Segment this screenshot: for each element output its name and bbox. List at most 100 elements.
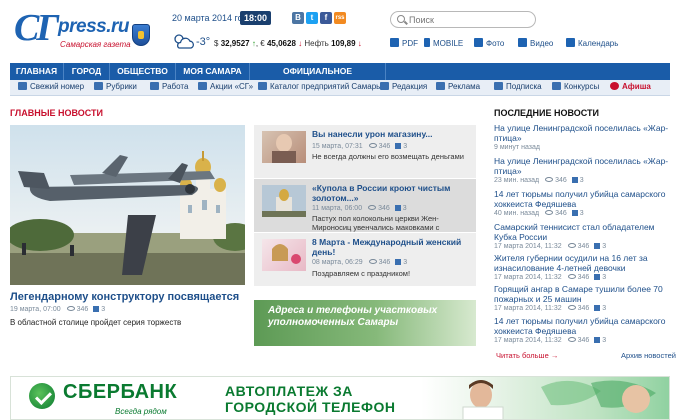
list-item[interactable]: Жителя губернии осудили на 16 лет за изн… — [494, 253, 674, 281]
nav-item-official[interactable]: ОФИЦИАЛЬНОЕ ОПУБЛИКОВАНИЕ — [250, 63, 386, 93]
featured-stories-list: Вы нанесли урон магазину... 15 марта, 07… — [254, 125, 476, 287]
camera-icon — [474, 38, 483, 47]
subnav-rubrics[interactable]: Рубрики — [94, 82, 137, 91]
list-item[interactable]: Самарский теннисист стал обладателем Куб… — [494, 222, 674, 250]
top-story-title[interactable]: Легендарному конструктору посвящается — [10, 291, 239, 303]
latest-news-meta: 17 марта 2014, 11:32 346 3 — [494, 305, 607, 312]
list-item[interactable]: Горящий ангар в Самаре тушили более 70 п… — [494, 284, 674, 312]
search-icon — [397, 15, 405, 23]
subnav-contests[interactable]: Конкурсы — [552, 82, 599, 91]
vk-icon[interactable]: В — [292, 12, 304, 24]
latest-news-meta: 9 минут назад — [494, 144, 540, 151]
subnav-catalog[interactable]: Каталог предприятий Самары — [258, 82, 382, 91]
subnav-promos[interactable]: Акции «СГ» — [198, 82, 253, 91]
latest-news-meta: 23 мин. назад 346 3 — [494, 177, 584, 184]
sberbank-brand: СБЕРБАНК — [63, 381, 178, 403]
top-story-image[interactable] — [10, 125, 245, 285]
views-icon — [368, 205, 377, 210]
subnav-editorial[interactable]: Редакция — [380, 82, 427, 91]
police-contacts-text: Адреса и телефоны участковых уполномочен… — [268, 305, 438, 328]
subnav-fresh-issue[interactable]: Свежий номер — [18, 82, 84, 91]
views-icon — [545, 177, 554, 182]
top-story-meta: 19 марта, 07:00 346 3 — [10, 306, 106, 313]
list-item[interactable]: Вы нанесли урон магазину... 15 марта, 07… — [254, 125, 476, 179]
story-title: Вы нанесли урон магазину... — [312, 129, 433, 139]
nav-item-my-samara[interactable]: МОЯ САМАРА — [176, 63, 250, 80]
list-item[interactable]: На улице Ленинградской поселилась «Жар-п… — [494, 156, 674, 184]
top-story-lead: В областной столице пройдет серия торжес… — [10, 318, 182, 327]
video-link[interactable]: Видео — [518, 38, 553, 48]
story-lead: Поздравляем с праздником! — [312, 269, 411, 278]
poster-icon — [610, 82, 619, 90]
views-icon — [567, 243, 576, 248]
currency-rates: $ 32,9527 ↑, € 45,0628 ↓ Нефть 109,89 ↓ — [214, 39, 362, 48]
search-input[interactable] — [409, 14, 529, 26]
list-item[interactable]: На улице Ленинградской поселилась «Жар-п… — [494, 123, 674, 151]
editorial-icon — [380, 82, 389, 90]
views-icon — [567, 274, 576, 279]
pdf-icon — [390, 38, 399, 47]
calendar-link[interactable]: Календарь — [566, 38, 618, 48]
eur-value: 45,0628 — [266, 39, 296, 48]
read-more-link[interactable]: Читать больше → — [496, 351, 558, 360]
video-icon — [518, 38, 527, 47]
subnav-jobs[interactable]: Работа — [150, 82, 188, 91]
temperature: -3° — [196, 36, 211, 48]
current-time: 18:00 — [240, 11, 272, 25]
main-nav: ГЛАВНАЯ ГОРОД ОБЩЕСТВО МОЯ САМАРА ОФИЦИА… — [10, 63, 670, 93]
story-lead: Не всегда должны его возмещать деньгами — [312, 152, 464, 161]
list-icon — [94, 82, 103, 90]
comments-icon — [93, 306, 100, 312]
latest-news-meta: 17 марта 2014, 11:32 346 3 — [494, 274, 607, 281]
latest-news-title: На улице Ленинградской поселилась «Жар-п… — [494, 123, 669, 143]
samara-crest-icon — [132, 24, 150, 46]
story-thumbnail — [262, 185, 306, 217]
twitter-icon[interactable]: t — [306, 12, 318, 24]
comments-icon — [594, 305, 601, 311]
rss-icon[interactable]: rss — [334, 12, 346, 24]
list-item[interactable]: 8 Марта - Международный женский день! 08… — [254, 233, 476, 287]
mobile-icon — [424, 38, 430, 47]
list-item[interactable]: «Купола в России кроют чистым золотом...… — [254, 179, 476, 233]
usd-label: $ — [214, 39, 219, 48]
latest-news-title: Самарский теннисист стал обладателем Куб… — [494, 222, 655, 242]
logo-domain: press.ru — [58, 16, 129, 37]
story-title: «Купола в России кроют чистым золотом...… — [312, 183, 451, 203]
police-contacts-banner[interactable]: Адреса и телефоны участковых уполномочен… — [254, 300, 476, 346]
catalog-icon — [258, 82, 267, 90]
list-item[interactable]: 14 лет тюрьмы получил убийца самарского … — [494, 316, 674, 344]
views-icon — [567, 305, 576, 310]
search-box[interactable] — [390, 11, 536, 28]
nav-item-home[interactable]: ГЛАВНАЯ — [10, 63, 64, 80]
latest-news-title: Горящий ангар в Самаре тушили более 70 п… — [494, 284, 663, 304]
nav-item-society[interactable]: ОБЩЕСТВО — [110, 63, 176, 80]
usd-up-arrow-icon: ↑ — [251, 39, 256, 48]
sberbank-ad-banner[interactable]: СБЕРБАНК Всегда рядом АВТОПЛАТЕЖ ЗА ГОРО… — [10, 376, 670, 420]
subnav-subscription[interactable]: Подписка — [494, 82, 542, 91]
oil-down-arrow-icon: ↓ — [357, 39, 362, 48]
story-meta: 08 марта, 06:29 346 3 — [312, 259, 408, 266]
story-lead: Пастух пол колокольни церкви Жен-Миронос… — [312, 214, 440, 232]
facebook-icon[interactable]: f — [320, 12, 332, 24]
photo-link[interactable]: Фото — [474, 38, 504, 48]
nav-item-city[interactable]: ГОРОД — [64, 63, 110, 80]
site-logo[interactable]: СГ press.ru Самарская газета — [14, 7, 164, 52]
story-title: 8 Марта - Международный женский день! — [312, 237, 462, 257]
airplane-monument-illustration — [10, 125, 245, 285]
views-icon — [66, 306, 75, 311]
latest-news-title: 14 лет тюрьмы получил убийца самарского … — [494, 189, 666, 209]
oil-value: 109,89 — [331, 39, 356, 48]
list-item[interactable]: 14 лет тюрьмы получил убийца самарского … — [494, 189, 674, 217]
views-icon — [368, 143, 377, 148]
mobile-link[interactable]: MOBILE — [424, 38, 463, 48]
newspaper-icon — [18, 82, 27, 90]
comments-icon — [594, 243, 601, 249]
megaphone-icon — [436, 82, 445, 90]
news-archive-link[interactable]: Архив новостей — [621, 351, 676, 360]
subnav-poster[interactable]: Афиша — [610, 82, 651, 91]
comments-icon — [594, 337, 601, 343]
pdf-link[interactable]: PDF — [390, 38, 418, 48]
oil-label: Нефть — [304, 39, 329, 48]
story-thumbnail — [262, 131, 306, 163]
subnav-ads[interactable]: Реклама — [436, 82, 480, 91]
